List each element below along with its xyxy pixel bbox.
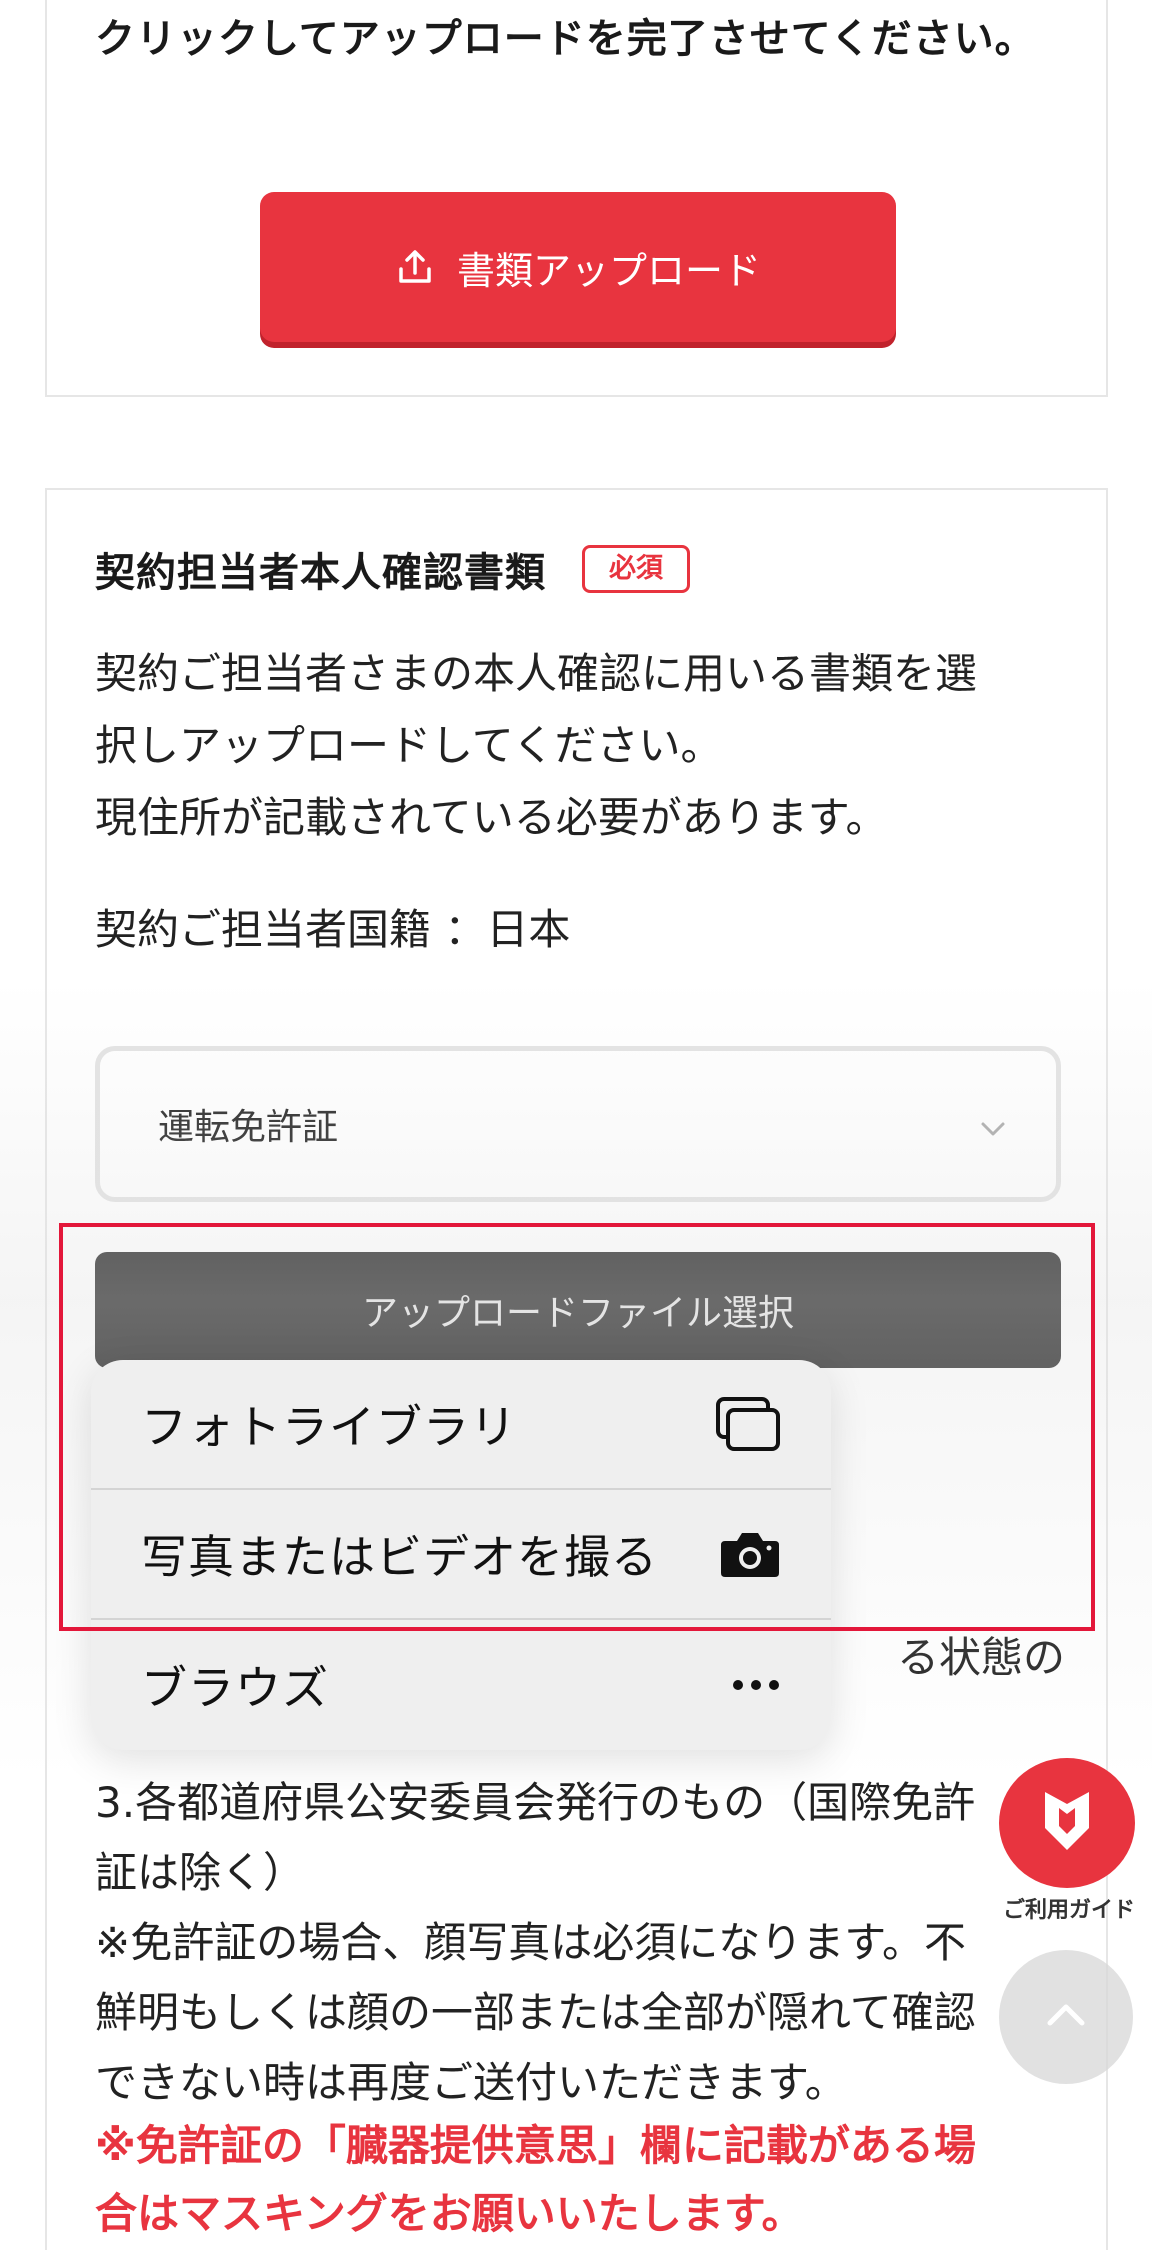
usage-guide-button[interactable] — [999, 1758, 1135, 1888]
license-warning-line: 合はマスキングをお願いいたします。 — [95, 2189, 804, 2238]
upload-file-select-button[interactable]: アップロードファイル選択 — [95, 1252, 1061, 1368]
upload-icon — [395, 247, 435, 287]
license-note-line: 鮮明もしくは顔の一部または全部が隠れて確認 — [95, 1988, 976, 2037]
file-source-menu: フォトライブラリ 写真またはビデオを撮る ブラウズ — [91, 1360, 831, 1750]
more-icon — [731, 1678, 781, 1692]
license-warning-line: ※免許証の「臓器提供意思」欄に記載がある場 — [95, 2121, 976, 2170]
menu-item-label: ブラウズ — [141, 1661, 329, 1715]
license-notes: 3.各都道府県公安委員会発行のもの（国際免許 証は除く） ※免許証の場合、顔写真… — [95, 1768, 1075, 2118]
menu-item-label: 写真またはビデオを撮る — [141, 1530, 658, 1584]
description-line: 現住所が記載されている必要があります。 — [95, 793, 888, 842]
license-note-line: 証は除く） — [95, 1848, 306, 1897]
usage-guide-label: ご利用ガイド — [1002, 1898, 1135, 1923]
license-note-line: 3.各都道府県公安委員会発行のもの（国際免許 — [95, 1778, 976, 1827]
chevron-down-icon — [978, 1107, 1008, 1148]
section-header: 契約担当者本人確認書類 必須 — [95, 540, 690, 598]
license-note-line: ※免許証の場合、顔写真は必須になります。不 — [95, 1918, 966, 1967]
page: クリックしてアップロードを完了させてください。 書類アップロード 契約担当者本人… — [0, 0, 1152, 2250]
document-type-value: 運転免許証 — [158, 1107, 339, 1148]
section-description: 契約ご担当者さまの本人確認に用いる書類を選 択しアップロードしてください。 現住… — [95, 638, 1075, 854]
description-line: 択しアップロードしてください。 — [95, 721, 723, 770]
menu-item-take-photo[interactable]: 写真またはビデオを撮る — [91, 1490, 831, 1620]
menu-item-browse[interactable]: ブラウズ — [91, 1620, 831, 1750]
upload-instruction: クリックしてアップロードを完了させてください。 — [95, 16, 1036, 62]
document-upload-button[interactable]: 書類アップロード — [260, 192, 896, 342]
license-warning: ※免許証の「臓器提供意思」欄に記載がある場 合はマスキングをお願いいたします。 — [95, 2112, 1075, 2248]
nationality-text: 契約ご担当者国籍 ：日本 — [95, 905, 571, 954]
guide-shield-icon — [1037, 1786, 1097, 1860]
camera-icon — [719, 1529, 781, 1579]
document-type-select[interactable]: 運転免許証 — [95, 1046, 1061, 1202]
license-note-line: できない時は再度ご送付いただきます。 — [95, 2058, 847, 2107]
chevron-up-icon — [1044, 2001, 1088, 2033]
section-title: 契約担当者本人確認書類 — [95, 550, 546, 596]
upload-card: クリックしてアップロードを完了させてください。 書類アップロード — [45, 0, 1108, 397]
required-badge: 必須 — [582, 545, 690, 593]
document-upload-label: 書類アップロード — [456, 250, 761, 293]
menu-item-photo-library[interactable]: フォトライブラリ — [91, 1360, 831, 1490]
scroll-to-top-button[interactable] — [999, 1950, 1133, 2084]
menu-item-label: フォトライブラリ — [141, 1400, 517, 1454]
photo-library-icon — [715, 1396, 781, 1452]
description-line: 契約ご担当者さまの本人確認に用いる書類を選 — [95, 649, 978, 698]
